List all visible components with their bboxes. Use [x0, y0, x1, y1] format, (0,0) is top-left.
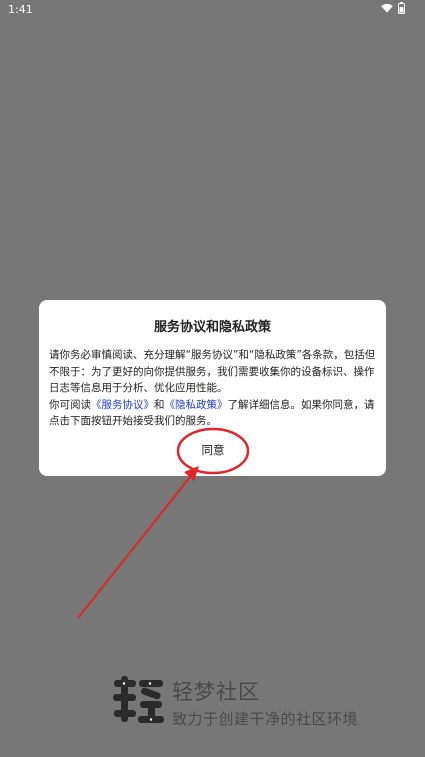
- privacy-dialog: 服务协议和隐私政策 请你务必审慎阅读、充分理解“服务协议”和“隐私政策”各条款，…: [39, 300, 386, 476]
- app-slogan: 致力于创建干净的社区环境: [172, 710, 359, 728]
- dialog-title: 服务协议和隐私政策: [153, 320, 271, 335]
- dialog-paragraph-1: 请你务必审慎阅读、充分理解“服务协议”和“隐私政策”各条款，包括但不限于：为了更…: [49, 349, 376, 394]
- dialog-body: 请你务必审慎阅读、充分理解“服务协议”和“隐私政策”各条款，包括但不限于：为了更…: [49, 347, 377, 430]
- splash-branding: 轻梦社区 致力于创建干净的社区环境: [110, 672, 370, 732]
- wifi-icon: [381, 3, 393, 13]
- agree-button[interactable]: 同意: [192, 441, 234, 459]
- app-name: 轻梦社区: [172, 680, 260, 704]
- dialog-paragraph-2: 你可阅读《服务协议》和《隐私政策》了解详细信息。如果你同意，请点击下面按钮开始接…: [49, 397, 377, 430]
- status-bar: 1:41: [0, 0, 425, 20]
- status-icons: [381, 2, 405, 14]
- dialog-text-prefix: 你可阅读: [49, 398, 91, 411]
- privacy-policy-link[interactable]: 《隐私政策》: [165, 399, 228, 411]
- battery-icon: [398, 2, 405, 14]
- annotation-arrow-line: [77, 471, 195, 619]
- service-agreement-link[interactable]: 《服务协议》: [91, 399, 154, 411]
- dialog-text-and: 和: [154, 398, 165, 411]
- status-time: 1:41: [8, 3, 33, 16]
- app-logo: [110, 672, 166, 728]
